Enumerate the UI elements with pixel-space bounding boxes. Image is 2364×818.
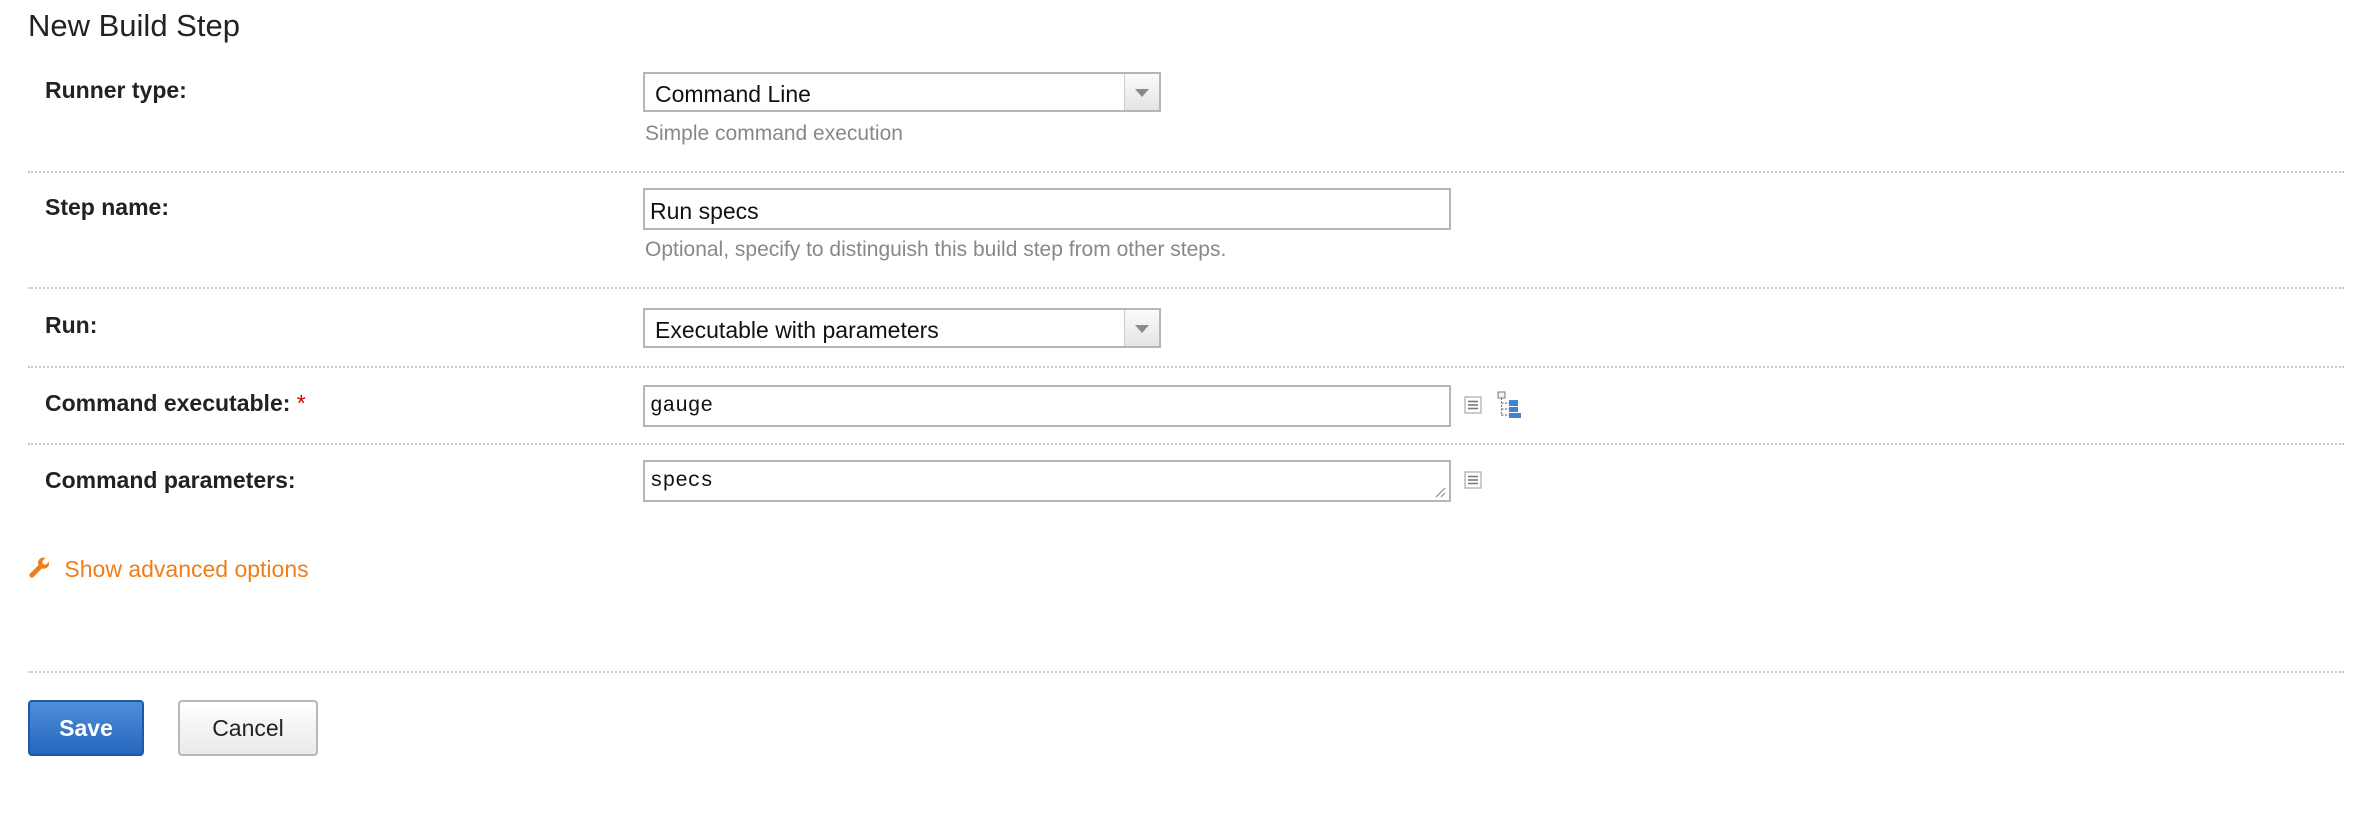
runner-type-select[interactable]: Command Line <box>643 72 1161 112</box>
run-select[interactable]: Executable with parameters <box>643 308 1161 348</box>
run-value: Executable with parameters <box>655 317 939 343</box>
divider <box>28 443 2344 445</box>
resize-grip-icon[interactable] <box>1434 485 1446 498</box>
divider <box>28 671 2344 673</box>
divider <box>28 287 2344 289</box>
tree-chooser-icon[interactable] <box>1496 390 1524 425</box>
parameters-list-icon[interactable] <box>1464 471 1482 494</box>
step-name-label: Step name: <box>45 194 169 220</box>
parameters-list-icon[interactable] <box>1464 396 1482 419</box>
command-executable-input[interactable]: gauge <box>643 385 1451 427</box>
required-mark: * <box>296 390 306 416</box>
runner-type-value: Command Line <box>655 81 811 107</box>
runner-type-hint: Simple command execution <box>645 122 903 145</box>
show-advanced-options-label: Show advanced options <box>64 556 309 582</box>
page-title: New Build Step <box>28 8 240 43</box>
step-name-input[interactable]: Run specs <box>643 188 1451 230</box>
command-executable-label-text: Command executable: <box>45 390 291 416</box>
step-name-hint: Optional, specify to distinguish this bu… <box>645 238 1227 261</box>
runner-type-label: Runner type: <box>45 77 187 103</box>
chevron-down-icon[interactable] <box>1124 74 1159 110</box>
save-button[interactable]: Save <box>28 700 144 756</box>
command-executable-value: gauge <box>650 395 714 418</box>
divider <box>28 366 2344 368</box>
step-name-value: Run specs <box>650 198 759 224</box>
show-advanced-options-link[interactable]: Show advanced options <box>28 556 309 583</box>
command-parameters-textarea[interactable]: specs <box>643 460 1451 502</box>
command-parameters-value: specs <box>650 470 714 493</box>
command-executable-label: Command executable: * <box>45 390 306 417</box>
divider <box>28 171 2344 173</box>
cancel-button[interactable]: Cancel <box>178 700 318 756</box>
chevron-down-icon[interactable] <box>1124 310 1159 346</box>
command-parameters-label: Command parameters: <box>45 467 296 493</box>
wrench-icon <box>28 556 64 582</box>
run-label: Run: <box>45 312 98 338</box>
